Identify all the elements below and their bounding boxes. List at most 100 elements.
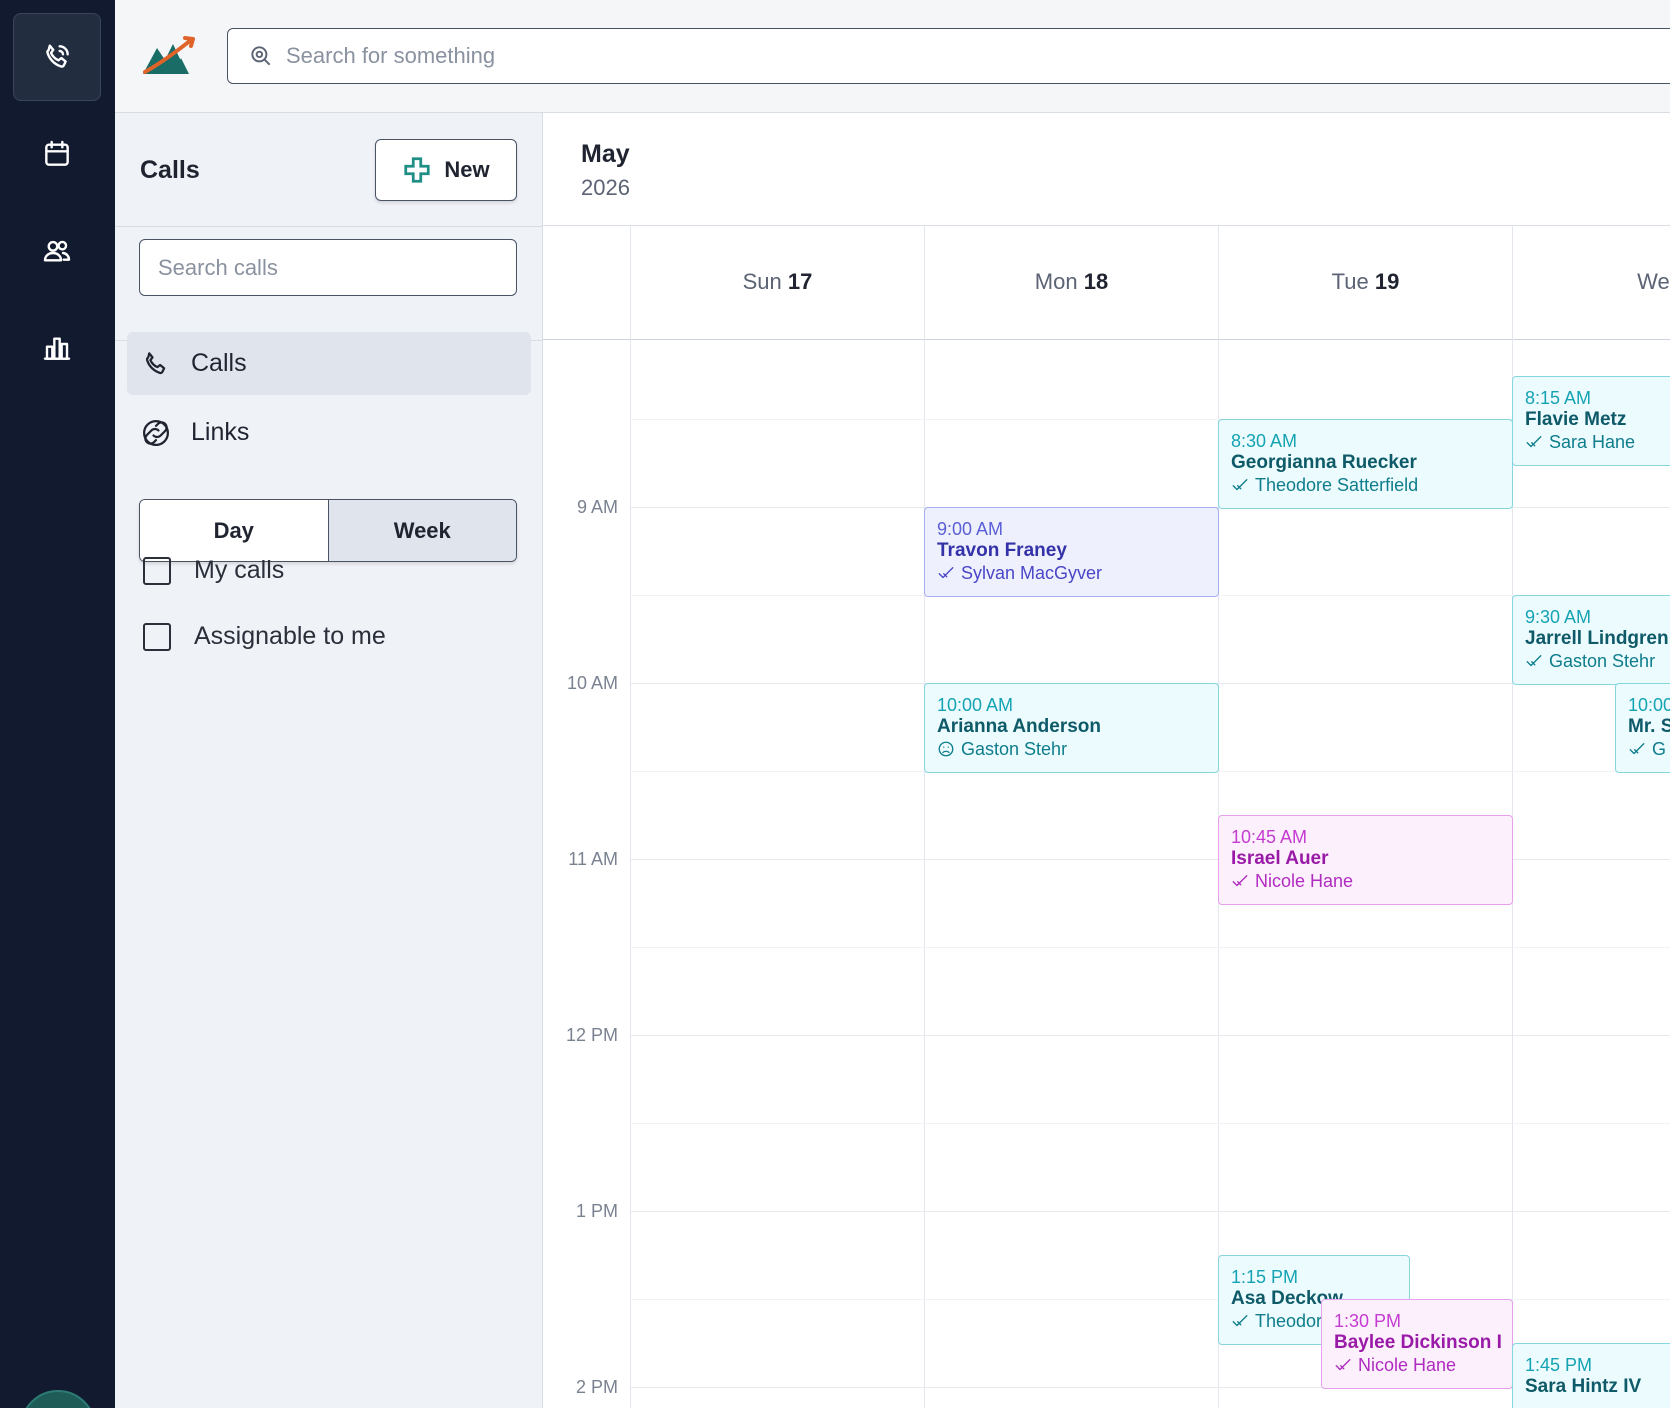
day-header[interactable]: Mon 18	[924, 269, 1219, 295]
column-divider	[924, 226, 925, 1408]
call-event[interactable]: 8:30 AM Georgianna Ruecker Theodore Satt…	[1218, 419, 1513, 509]
month-label: May	[581, 140, 630, 168]
rail-reports-button[interactable]	[13, 304, 101, 392]
day-view-button[interactable]: Day	[140, 500, 329, 561]
hour-label: 9 AM	[576, 497, 618, 517]
my-calls-checkbox[interactable]	[143, 556, 171, 585]
day-header-row: Sun 17 Mon 18 Tue 19 Wed	[543, 226, 1670, 340]
grid-line	[630, 1211, 1670, 1212]
hour-label: 2 PM	[575, 1377, 618, 1397]
event-time: 10:45 AM	[1231, 827, 1308, 847]
event-assignee: Sylvan MacGyver	[937, 562, 1206, 584]
event-contact: Sara Hintz IV	[1525, 1376, 1642, 1397]
event-time: 9:00 AM	[937, 519, 1004, 539]
link-icon	[143, 419, 169, 446]
check-icon	[1526, 655, 1542, 667]
check-icon	[938, 567, 954, 579]
event-time: 1:45 PM	[1525, 1355, 1593, 1375]
event-assignee: Theodore Satterfield	[1231, 474, 1500, 496]
week-view-button[interactable]: Week	[328, 500, 516, 561]
event-contact: Mr. S	[1628, 716, 1670, 737]
week-calendar: May 2026 Sun 17 Mon 18 Tue 19 Wed 9 AM 1…	[543, 113, 1670, 1408]
assignable-label: Assignable to me	[194, 622, 386, 650]
check-icon	[1232, 875, 1248, 887]
call-event[interactable]: 9:00 AM Travon Franey Sylvan MacGyver	[924, 507, 1219, 597]
event-assignee: Nicole Hane	[1231, 870, 1500, 892]
calendar-header: May 2026	[543, 113, 1670, 226]
view-toggle: Day Week	[139, 499, 517, 562]
event-assignee: Nicole Hane	[1334, 1354, 1500, 1376]
panel-title: Calls	[140, 156, 200, 184]
check-icon	[1526, 436, 1542, 448]
my-calls-label: My calls	[194, 556, 285, 584]
nav-item-links[interactable]: Links	[127, 401, 531, 464]
call-event[interactable]: 1:30 PM Baylee Dickinson I Nicole Hane	[1321, 1299, 1513, 1389]
nav-item-label: Links	[191, 418, 250, 446]
call-event[interactable]: 10:00 AM Mr. S G	[1615, 683, 1670, 773]
check-icon	[1232, 479, 1248, 491]
plus-icon	[404, 157, 430, 183]
event-contact: Baylee Dickinson I	[1334, 1332, 1502, 1353]
event-time: 1:15 PM	[1231, 1267, 1299, 1287]
hour-label: 1 PM	[575, 1201, 618, 1221]
grid-line	[630, 1123, 1670, 1124]
assignable-filter[interactable]: Assignable to me	[143, 622, 386, 651]
grid-line	[630, 947, 1670, 948]
my-calls-filter[interactable]: My calls	[143, 556, 284, 585]
top-bar	[115, 0, 1670, 113]
hour-label: 12 PM	[565, 1025, 618, 1045]
call-event[interactable]: 10:00 AM Arianna Anderson Gaston Stehr	[924, 683, 1219, 773]
event-assignee: Gaston Stehr	[937, 738, 1206, 760]
event-contact: Travon Franey	[937, 540, 1067, 561]
event-contact: Georgianna Ruecker	[1231, 452, 1417, 473]
call-event[interactable]: 10:45 AM Israel Auer Nicole Hane	[1218, 815, 1513, 905]
event-contact: Arianna Anderson	[937, 716, 1101, 737]
check-icon	[1629, 743, 1645, 755]
check-icon	[1335, 1359, 1351, 1371]
event-time: 9:30 AM	[1525, 607, 1592, 627]
rail-contacts-button[interactable]	[13, 207, 101, 295]
day-header[interactable]: Wed	[1512, 269, 1670, 295]
event-assignee: G	[1628, 738, 1670, 760]
year-label: 2026	[581, 175, 630, 200]
assignable-checkbox[interactable]	[143, 622, 171, 651]
grid-line	[630, 1299, 1670, 1300]
users-icon	[43, 240, 71, 262]
nav-item-calls[interactable]: Calls	[127, 332, 531, 395]
column-divider	[630, 226, 631, 1408]
phone-icon	[145, 351, 166, 374]
event-assignee: Gaston Stehr	[1525, 650, 1669, 672]
hour-label: 11 AM	[568, 849, 618, 869]
frown-icon	[938, 741, 954, 757]
nav-item-label: Calls	[191, 349, 247, 377]
new-call-button[interactable]: New	[375, 139, 517, 201]
event-time: 8:15 AM	[1525, 388, 1592, 408]
hour-label: 10 AM	[566, 673, 618, 693]
call-event[interactable]: 8:15 AM Flavie Metz Sara Hane	[1512, 376, 1670, 466]
rail-calls-button[interactable]	[13, 13, 101, 101]
day-header[interactable]: Tue 19	[1218, 269, 1513, 295]
panel-header: Calls New	[115, 113, 543, 227]
event-contact: Jarrell Lindgren	[1525, 628, 1669, 649]
day-header[interactable]: Sun 17	[630, 269, 925, 295]
new-button-label: New	[444, 157, 490, 182]
event-contact: Flavie Metz	[1525, 409, 1627, 430]
global-search[interactable]	[227, 28, 1670, 84]
call-event[interactable]: 1:45 PM Sara Hintz IV	[1512, 1343, 1670, 1408]
chart-icon	[43, 337, 71, 360]
event-time: 10:00 AM	[937, 695, 1014, 715]
search-input[interactable]	[286, 43, 1586, 69]
call-event[interactable]: 9:30 AM Jarrell Lindgren Gaston Stehr	[1512, 595, 1670, 685]
event-time: 8:30 AM	[1231, 431, 1298, 451]
rail-calendar-button[interactable]	[13, 110, 101, 198]
event-assignee: Sara Hane	[1525, 431, 1669, 453]
search-icon	[251, 46, 271, 66]
brand-logo	[143, 36, 195, 74]
calls-panel: Calls New Calls Links Day Week My calls …	[115, 113, 543, 1408]
event-time: 1:30 PM	[1334, 1311, 1402, 1331]
avatar[interactable]	[20, 1390, 96, 1408]
app-rail	[0, 0, 115, 1408]
event-time: 10:00 AM	[1628, 695, 1670, 715]
search-calls-input[interactable]	[139, 239, 517, 296]
grid-line	[630, 1035, 1670, 1036]
